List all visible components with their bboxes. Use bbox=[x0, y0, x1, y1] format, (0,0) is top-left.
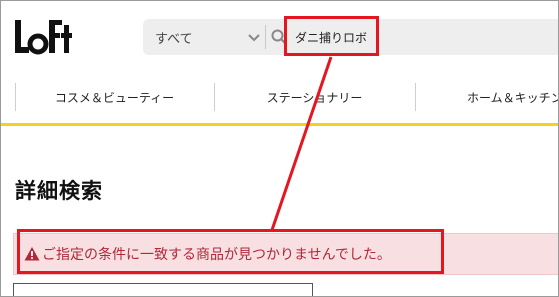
nav-accent-line bbox=[1, 123, 558, 126]
loft-logo[interactable] bbox=[13, 17, 73, 57]
chevron-down-icon[interactable] bbox=[246, 29, 262, 45]
nav-item-cosme-beauty[interactable]: コスメ＆ビューティー bbox=[15, 75, 214, 119]
screenshot-frame: すべて ダニ捕りロボ コスメ＆ビューティー ステーショナリー ホーム＆キッチン … bbox=[0, 0, 559, 297]
nav-item-home-kitchen[interactable]: ホーム＆キッチン bbox=[425, 75, 558, 119]
nav-item-stationery[interactable]: ステーショナリー bbox=[214, 75, 415, 119]
category-nav: コスメ＆ビューティー ステーショナリー ホーム＆キッチン bbox=[1, 75, 558, 119]
page-title: 詳細検索 bbox=[15, 179, 103, 203]
annotation-box-query bbox=[284, 16, 379, 56]
nav-separator bbox=[415, 83, 416, 111]
filter-panel-edge bbox=[13, 283, 313, 296]
logo-mark bbox=[15, 20, 72, 55]
search-divider bbox=[265, 25, 266, 49]
search-scope-label: すべて bbox=[155, 31, 193, 47]
annotation-box-alert bbox=[17, 229, 444, 274]
